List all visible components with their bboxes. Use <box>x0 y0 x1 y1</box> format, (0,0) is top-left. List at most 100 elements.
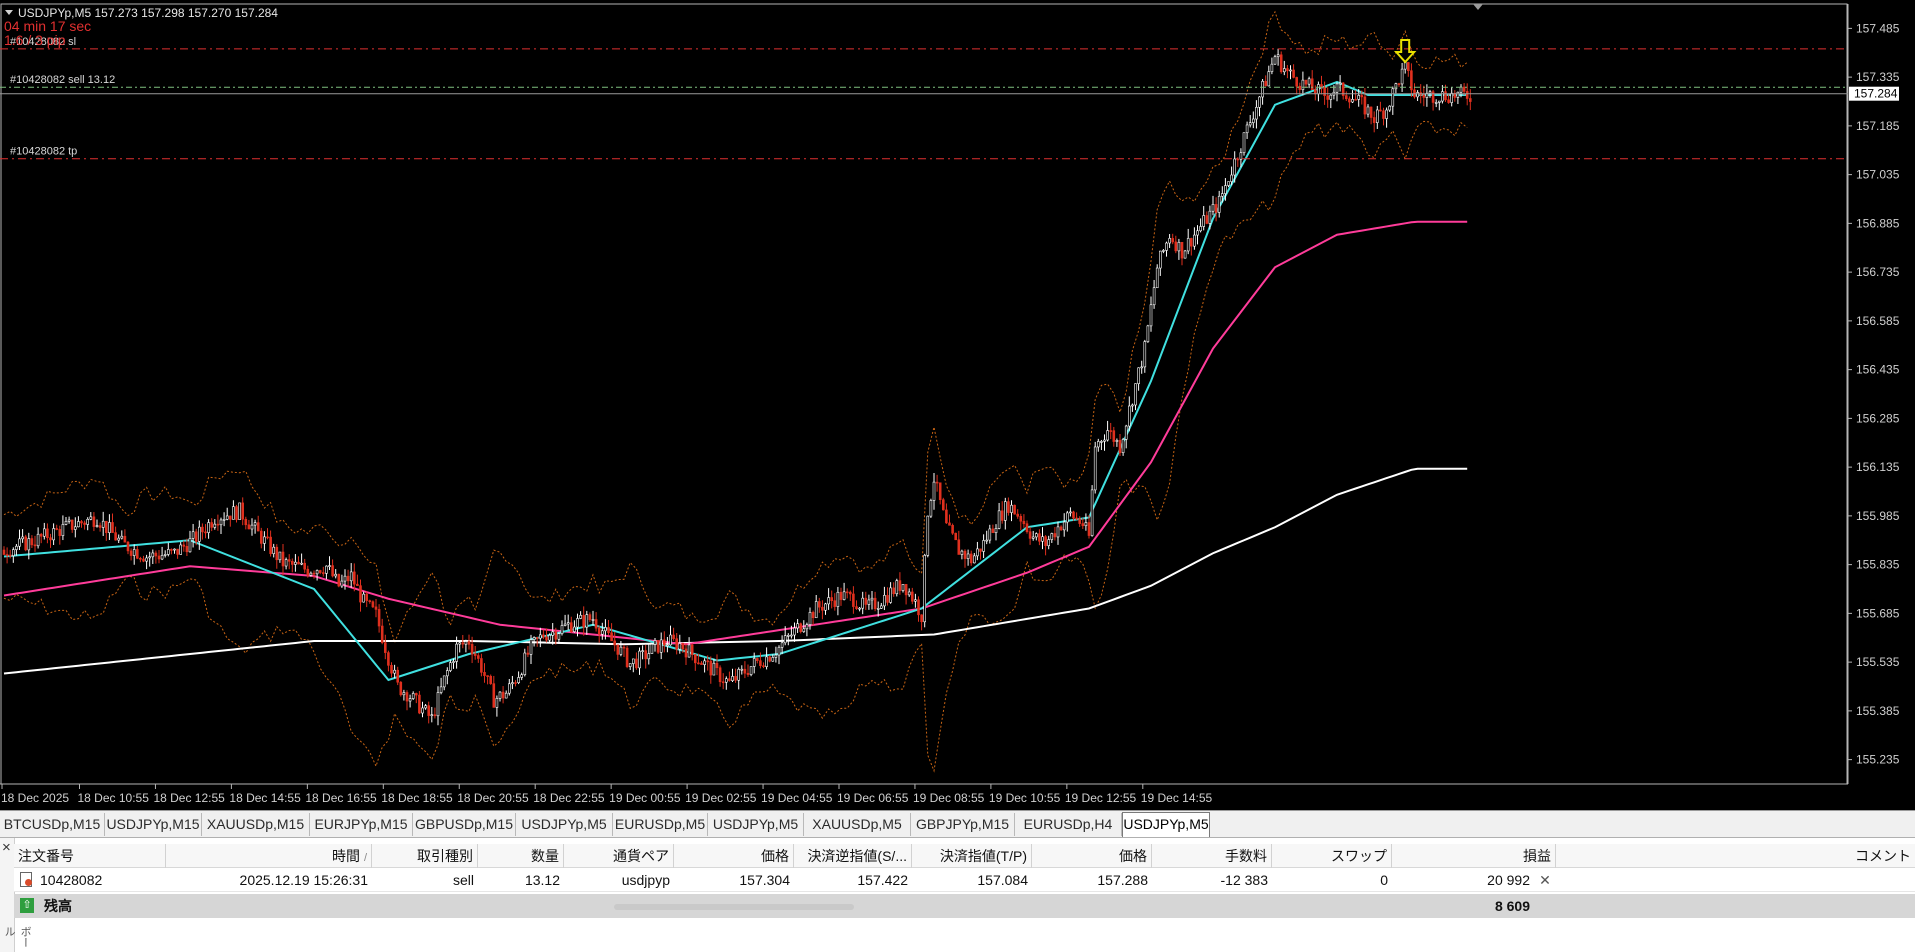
price-chart[interactable]: 157.485 157.335 157.185 157.035 156.885 156.7… <box>0 0 1915 810</box>
candle-body <box>507 683 511 694</box>
tab-usdjpyp-m15[interactable]: USDJPYp,M15 <box>105 813 202 836</box>
candle-body <box>1407 62 1410 72</box>
candle-body <box>244 518 248 526</box>
candle-body <box>535 637 539 639</box>
candle-body <box>724 678 728 683</box>
candle-body <box>176 548 179 555</box>
candle-body <box>52 528 55 541</box>
candle-body <box>777 646 781 656</box>
candle-body <box>1165 242 1168 251</box>
candle-body <box>935 481 939 484</box>
tab-eurjpyp-m15[interactable]: EURJPYp,M15 <box>310 813 413 836</box>
candle-body <box>715 662 719 669</box>
tab-xauusdp-m5[interactable]: XAUUSDp,M5 <box>804 813 911 836</box>
candle-body <box>467 641 471 645</box>
candle-body <box>269 536 272 554</box>
col-comment[interactable]: コメント <box>1556 844 1915 868</box>
col-commission[interactable]: 手数料 <box>1152 844 1272 868</box>
tab-usdjpyp-m5[interactable]: USDJPYp,M5 <box>708 813 804 836</box>
candle-body <box>514 682 517 684</box>
candle-body <box>1050 533 1054 540</box>
candle-body <box>408 698 412 702</box>
candle-body <box>740 668 744 671</box>
tab-gbpjpyp-m15[interactable]: GBPJPYp,M15 <box>911 813 1015 836</box>
candle-body <box>774 654 778 658</box>
candle-body <box>480 658 483 673</box>
terminal-panel: × ボール 注文番号 時間 / 取引種別 数量 通貨ペア 価格 決済逆指値(S/… <box>0 838 1915 952</box>
order-symbol: usdjpyp <box>621 872 670 888</box>
candle-body <box>1366 106 1370 115</box>
tab-usdjpyp-m5[interactable]: USDJPYp,M5 <box>516 813 613 836</box>
candle-body <box>1171 238 1174 243</box>
candle-body <box>669 634 672 646</box>
chart-shift-icon[interactable] <box>1473 4 1483 10</box>
col-time[interactable]: 時間 / <box>166 844 372 868</box>
col-volume[interactable]: 数量 <box>478 844 564 868</box>
candle-body <box>759 660 762 666</box>
candle-body <box>424 705 427 709</box>
col-stop-loss[interactable]: 決済逆指値(S/... <box>794 844 912 868</box>
candle-body <box>1385 109 1388 119</box>
order-id: 10428082 <box>40 872 103 888</box>
balance-label: 残高 <box>44 898 72 914</box>
table-row[interactable]: 10428082 2025.12.19 15:26:31 sell 13.12 … <box>14 868 1915 892</box>
candle-body <box>1255 107 1258 120</box>
candle-body <box>855 606 858 610</box>
candle-body <box>1041 536 1044 542</box>
time-tick-label: 18 Dec 18:55 <box>381 791 453 805</box>
candle-body <box>318 570 322 573</box>
col-open-price[interactable]: 価格 <box>674 844 794 868</box>
candle-body <box>198 526 201 542</box>
tab-gbpusdp-m15[interactable]: GBPUSDp,M15 <box>413 813 516 836</box>
close-icon[interactable]: × <box>2 839 11 856</box>
candle-body <box>352 571 356 585</box>
candle-body <box>486 675 489 677</box>
candle-body <box>49 537 52 541</box>
candle-body <box>631 658 635 664</box>
candle-body <box>157 555 161 560</box>
candle-body <box>194 531 198 542</box>
tab-usdjpyp-m5[interactable]: USDJPYp,M5 <box>1122 812 1210 837</box>
col-type[interactable]: 取引種別 <box>372 844 478 868</box>
candle-body <box>272 546 276 554</box>
time-tick-label: 19 Dec 02:55 <box>685 791 757 805</box>
close-order-icon[interactable]: ✕ <box>1534 868 1556 892</box>
chart-canvas[interactable]: 157.485 157.335 157.185 157.035 156.885 156.7… <box>0 0 1915 810</box>
col-swap[interactable]: スワップ <box>1272 844 1392 868</box>
candle-body <box>1400 68 1404 85</box>
price-tick-label: 155.535 <box>1856 655 1900 669</box>
candle-body <box>914 599 917 602</box>
candle-body <box>458 642 462 645</box>
col-take-profit[interactable]: 決済指値(T/P) <box>912 844 1032 868</box>
symbol-menu-icon[interactable] <box>5 10 13 15</box>
candle-body <box>278 551 282 561</box>
candle-body <box>954 532 958 541</box>
horizontal-scrollbar[interactable] <box>614 904 854 910</box>
col-order-id[interactable]: 注文番号 <box>14 844 166 868</box>
candle-body <box>941 499 945 511</box>
order-stop-loss[interactable]: 157.422 <box>794 868 912 892</box>
candle-body <box>36 533 40 547</box>
col-price[interactable]: 価格 <box>1032 844 1152 868</box>
tab-xauusdp-m15[interactable]: XAUUSDp,M15 <box>202 813 310 836</box>
candle-body <box>693 654 697 664</box>
candle-body <box>799 623 803 632</box>
col-profit[interactable]: 損益 <box>1392 844 1556 868</box>
candle-body <box>749 666 753 675</box>
tab-eurusdp-m5[interactable]: EURUSDp,M5 <box>613 813 708 836</box>
tab-eurusdp-h4[interactable]: EURUSDp,H4 <box>1015 813 1122 836</box>
col-symbol[interactable]: 通貨ペア <box>564 844 674 868</box>
candle-body <box>1190 238 1193 247</box>
candle-body <box>1115 440 1119 442</box>
order-swap: 0 <box>1380 872 1388 888</box>
candle-body <box>786 635 790 637</box>
candle-body <box>111 522 114 533</box>
table-header: 注文番号 時間 / 取引種別 数量 通貨ペア 価格 決済逆指値(S/... 決済… <box>14 844 1915 868</box>
candle-body <box>542 634 545 638</box>
candle-body <box>1323 87 1326 97</box>
tab-btcusdp-m15[interactable]: BTCUSDp,M15 <box>0 813 105 836</box>
candle-body <box>365 593 369 601</box>
order-take-profit[interactable]: 157.084 <box>912 868 1032 892</box>
candle-body <box>520 674 524 678</box>
candle-body <box>340 580 344 587</box>
